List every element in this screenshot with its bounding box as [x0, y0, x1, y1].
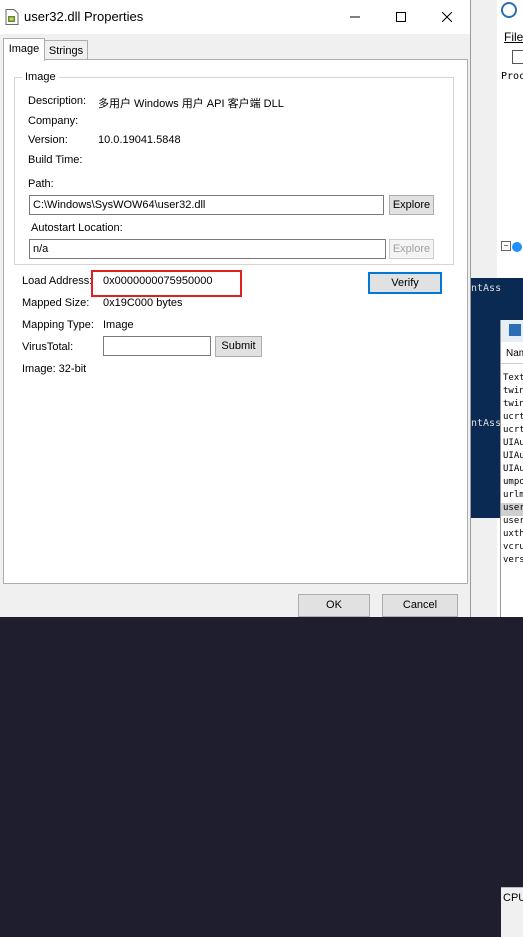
list-item[interactable]: Text	[501, 373, 523, 386]
load-address-highlight	[91, 270, 242, 297]
list-item[interactable]: user	[501, 516, 523, 529]
window-icon	[509, 324, 521, 336]
description-value: 多用户 Windows 用户 API 客户端 DLL	[98, 98, 284, 110]
image-bitness-label: Image: 32-bit	[22, 363, 87, 375]
properties-dialog: user32.dll Properties Image Strings Imag…	[0, 0, 471, 617]
image-group-title: Image	[22, 71, 59, 83]
version-label: Version:	[28, 134, 68, 146]
cancel-button[interactable]: Cancel	[382, 594, 458, 617]
path-label: Path:	[28, 178, 54, 190]
mapped-size-label: Mapped Size:	[22, 297, 90, 309]
autostart-label: Autostart Location:	[31, 222, 123, 234]
minimize-button[interactable]	[332, 0, 378, 34]
list-item[interactable]: uxth	[501, 529, 523, 542]
build-time-label: Build Time:	[28, 154, 83, 166]
close-icon	[442, 12, 452, 22]
list-item-selected[interactable]: user	[501, 503, 523, 516]
background-dll-list-window: Nam Text twin twin ucrt ucrt UIAu UIAu U…	[500, 320, 523, 937]
search-icon	[501, 2, 517, 18]
globe-icon	[512, 242, 522, 252]
maximize-icon	[396, 12, 406, 22]
tab-strip: Image Strings	[0, 38, 470, 61]
explore-button[interactable]: Explore	[389, 195, 434, 215]
dll-file-icon	[5, 9, 19, 25]
mapped-size-value: 0x19C000 bytes	[103, 297, 183, 309]
autostart-field[interactable]: n/a	[29, 239, 386, 259]
list-item[interactable]: ucrt	[501, 412, 523, 425]
mapping-type-label: Mapping Type:	[22, 319, 94, 331]
background-proc-label: Proc	[501, 71, 523, 82]
title-bar[interactable]: user32.dll Properties	[0, 0, 470, 34]
description-label: Description:	[28, 95, 87, 107]
window-title: user32.dll Properties	[24, 9, 144, 24]
list-item[interactable]: vers	[501, 555, 523, 568]
column-header-name[interactable]: Nam	[501, 348, 523, 364]
verify-button[interactable]: Verify	[368, 272, 442, 294]
list-item[interactable]: urlm	[501, 490, 523, 503]
tree-collapse-icon[interactable]: −	[501, 241, 511, 251]
background-console-text: ntAss	[471, 418, 502, 429]
tab-image[interactable]: Image	[3, 38, 45, 61]
explore-autostart-button[interactable]: Explore	[389, 239, 434, 259]
load-address-label: Load Address:	[22, 275, 93, 287]
virustotal-label: VirusTotal:	[22, 341, 74, 353]
tab-strings[interactable]: Strings	[44, 40, 88, 61]
path-field[interactable]: C:\Windows\SysWOW64\user32.dll	[29, 195, 384, 215]
cpu-status-label: CPU	[501, 887, 523, 907]
list-item[interactable]: vcru	[501, 542, 523, 555]
background-console-text: ntAss	[471, 283, 502, 294]
company-label: Company:	[28, 115, 79, 127]
mapping-type-value: Image	[103, 319, 134, 331]
close-button[interactable]	[424, 0, 470, 34]
submit-button[interactable]: Submit	[215, 336, 262, 357]
maximize-button[interactable]	[378, 0, 424, 34]
save-icon[interactable]	[512, 50, 523, 64]
list-item[interactable]: twin	[501, 386, 523, 399]
background-status-area	[501, 906, 523, 937]
minimize-icon	[350, 16, 360, 18]
background-list-toolbar	[501, 320, 523, 342]
file-menu[interactable]: File	[504, 30, 523, 44]
list-item[interactable]: UIAu	[501, 438, 523, 451]
version-value: 10.0.19041.5848	[98, 134, 181, 146]
list-item[interactable]: umpo	[501, 477, 523, 490]
virustotal-field[interactable]	[103, 336, 211, 356]
list-item[interactable]: twin	[501, 399, 523, 412]
ok-button[interactable]: OK	[298, 594, 370, 617]
list-item[interactable]: UIAu	[501, 451, 523, 464]
list-item[interactable]: UIAu	[501, 464, 523, 477]
list-item[interactable]: ucrt	[501, 425, 523, 438]
